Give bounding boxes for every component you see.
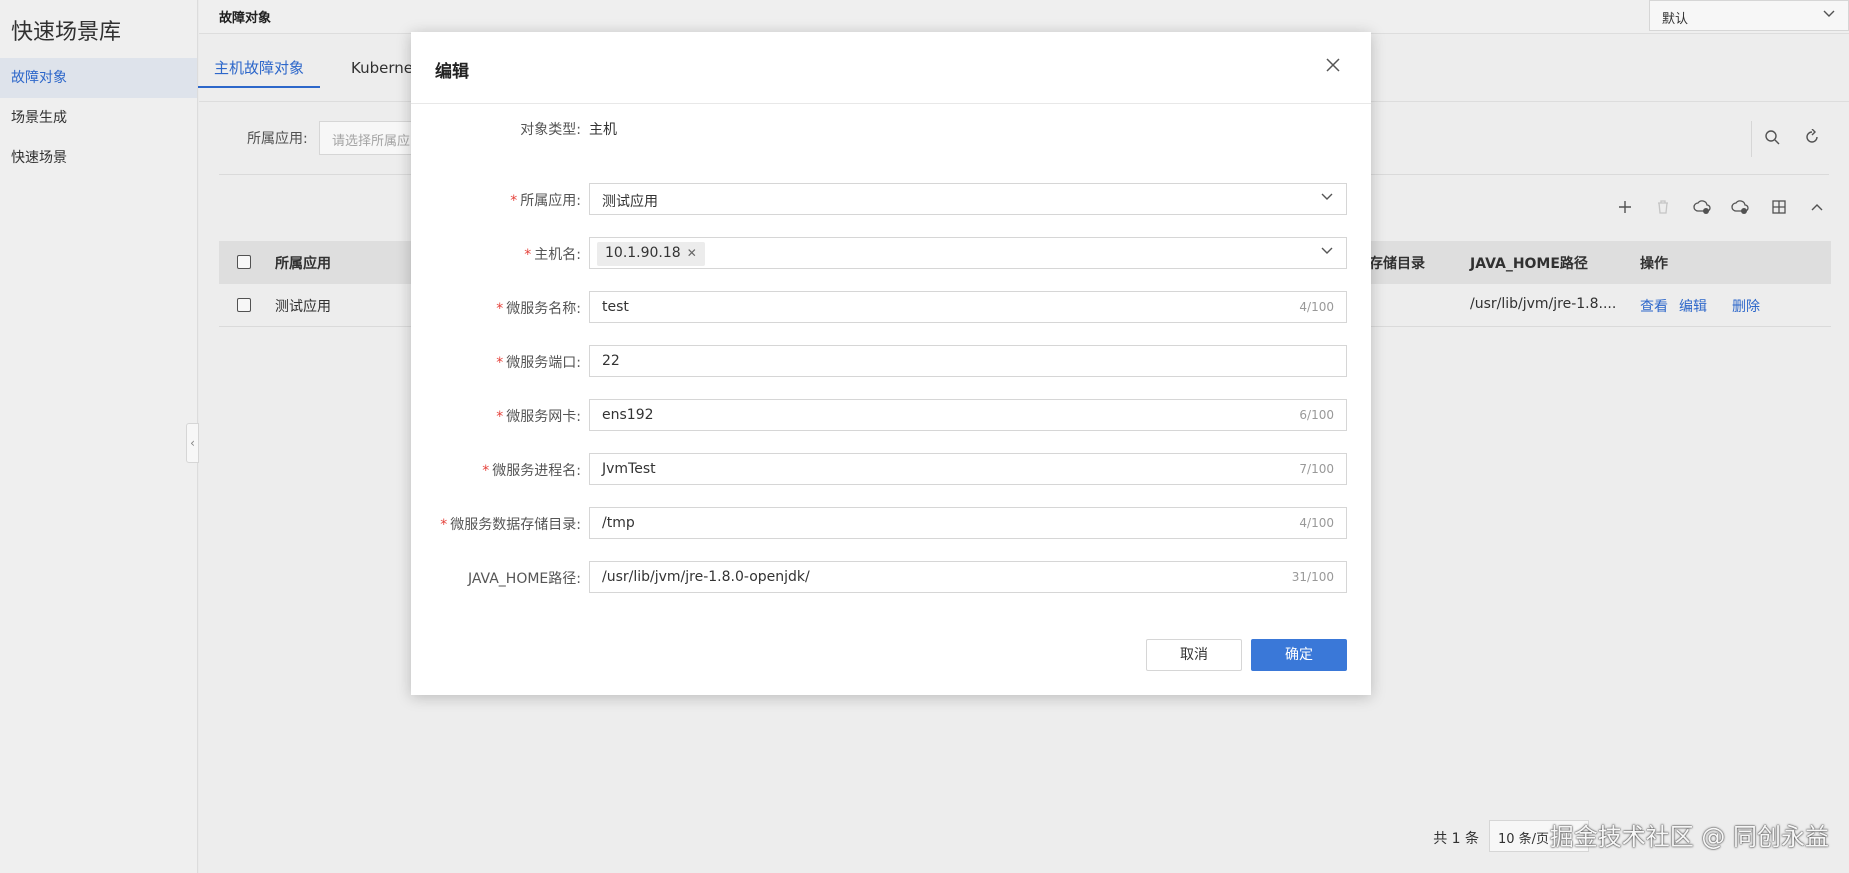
host-select[interactable]: 10.1.90.18 ✕: [589, 237, 1347, 269]
host-tag-label: 10.1.90.18: [605, 245, 681, 261]
data-dir-value: /tmp: [602, 515, 635, 531]
edit-modal: 编辑 对象类型: 主机 * 所属应用: 测试应用 * 主机名: 10.1.90.18…: [411, 32, 1371, 695]
data-dir-input[interactable]: /tmp 4/100: [589, 507, 1347, 539]
app-select-value: 测试应用: [602, 194, 658, 210]
required-mark: *: [440, 517, 448, 533]
form-row-data-dir: * 微服务数据存储目录: /tmp 4/100: [411, 507, 1371, 539]
required-mark: *: [496, 355, 504, 371]
app-label: * 所属应用:: [510, 193, 581, 209]
required-mark: *: [496, 409, 504, 425]
cancel-button[interactable]: 取消: [1146, 639, 1242, 671]
form-row-process-name: * 微服务进程名: JvmTest 7/100: [411, 453, 1371, 485]
char-count: 4/100: [1299, 516, 1334, 530]
required-mark: *: [510, 193, 518, 209]
service-name-input[interactable]: test 4/100: [589, 291, 1347, 323]
required-mark: *: [496, 301, 504, 317]
java-home-label: JAVA_HOME路径:: [467, 571, 581, 587]
modal-title: 编辑: [435, 62, 469, 82]
required-mark: *: [482, 463, 490, 479]
form-row-app: * 所属应用: 测试应用: [411, 183, 1371, 215]
host-label: * 主机名:: [524, 247, 581, 263]
close-icon[interactable]: ✕: [687, 246, 697, 260]
form-row-service-name: * 微服务名称: test 4/100: [411, 291, 1371, 323]
form-row-service-port: * 微服务端口: 22: [411, 345, 1371, 377]
char-count: 31/100: [1291, 570, 1334, 584]
service-port-label: * 微服务端口:: [496, 355, 581, 371]
process-name-value: JvmTest: [602, 461, 656, 477]
process-name-input[interactable]: JvmTest 7/100: [589, 453, 1347, 485]
close-icon[interactable]: [1325, 49, 1341, 81]
form-row-host: * 主机名: 10.1.90.18 ✕: [411, 237, 1371, 269]
service-name-value: test: [602, 299, 629, 315]
form-row-object-type: 对象类型: 主机: [411, 112, 1371, 144]
service-port-input[interactable]: 22: [589, 345, 1347, 377]
char-count: 4/100: [1299, 300, 1334, 314]
service-nic-input[interactable]: ens192 6/100: [589, 399, 1347, 431]
object-type-label: 对象类型:: [520, 122, 581, 138]
app-select[interactable]: 测试应用: [589, 183, 1347, 215]
form-row-service-nic: * 微服务网卡: ens192 6/100: [411, 399, 1371, 431]
confirm-button[interactable]: 确定: [1251, 639, 1347, 671]
chevron-down-icon: [1320, 243, 1334, 261]
form-row-java-home: JAVA_HOME路径: /usr/lib/jvm/jre-1.8.0-open…: [411, 561, 1371, 593]
service-name-label: * 微服务名称:: [496, 301, 581, 317]
java-home-value: /usr/lib/jvm/jre-1.8.0-openjdk/: [602, 569, 810, 585]
service-nic-label: * 微服务网卡:: [496, 409, 581, 425]
object-type-value: 主机: [589, 122, 617, 138]
java-home-input[interactable]: /usr/lib/jvm/jre-1.8.0-openjdk/ 31/100: [589, 561, 1347, 593]
process-name-label: * 微服务进程名:: [482, 463, 581, 479]
host-tag: 10.1.90.18 ✕: [597, 242, 705, 266]
data-dir-label: * 微服务数据存储目录:: [440, 517, 581, 533]
modal-header: 编辑: [411, 32, 1371, 104]
required-mark: *: [524, 247, 532, 263]
char-count: 7/100: [1299, 462, 1334, 476]
service-port-value: 22: [602, 353, 620, 369]
chevron-down-icon: [1320, 189, 1334, 207]
service-nic-value: ens192: [602, 407, 654, 423]
char-count: 6/100: [1299, 408, 1334, 422]
